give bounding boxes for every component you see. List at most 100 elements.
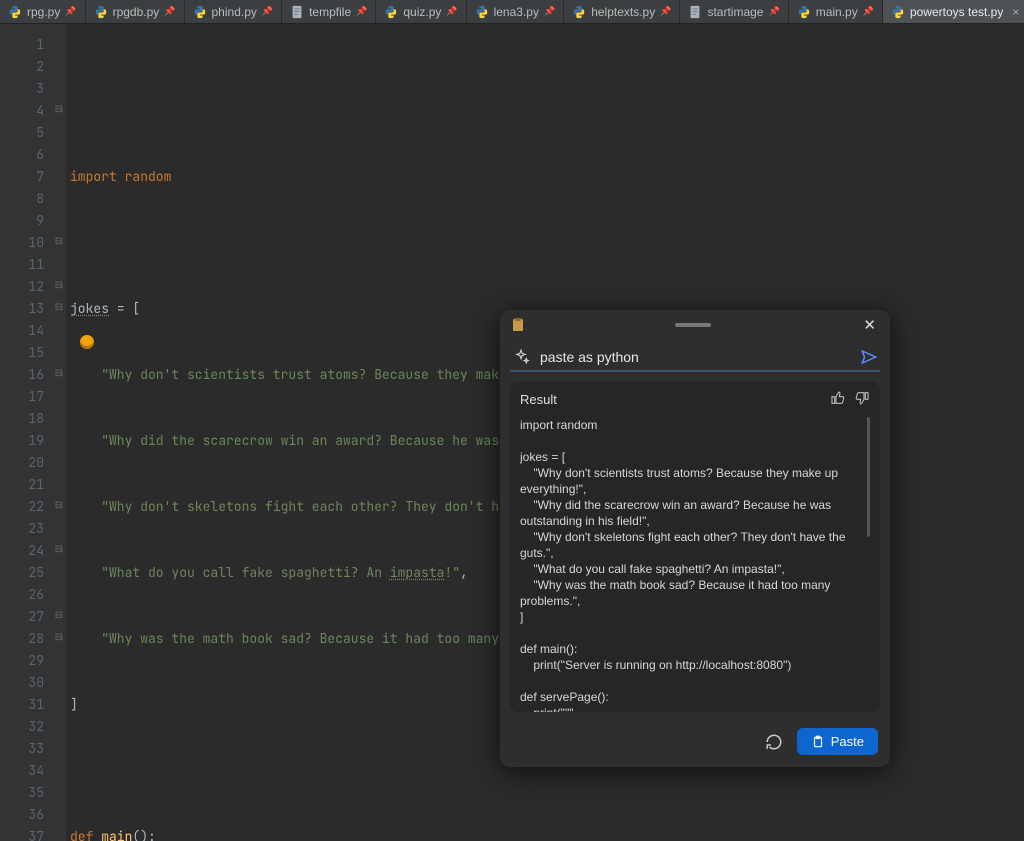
- fold-marker[interactable]: ⊟: [52, 540, 66, 562]
- fold-marker[interactable]: ⊟: [52, 298, 66, 320]
- tab-label: startimage: [707, 5, 763, 19]
- intention-bulb-icon[interactable]: [80, 335, 94, 349]
- fold-marker[interactable]: ⊟: [52, 628, 66, 650]
- fold-marker: [52, 342, 66, 364]
- line-number: 14: [10, 320, 44, 342]
- line-numbers: 1234567891011121314151617181920212223242…: [10, 24, 52, 841]
- fold-marker: [52, 672, 66, 694]
- paste-ai-popup: ✕ Result import random jokes = [ "Why do…: [500, 310, 890, 767]
- code-text: !": [444, 564, 460, 581]
- tab-label: phind.py: [212, 5, 257, 19]
- tab-label: rpg.py: [27, 5, 60, 19]
- ai-sparkle-icon: [512, 348, 530, 366]
- prompt-input[interactable]: [540, 349, 850, 365]
- python-file-icon: [193, 5, 207, 19]
- drag-handle-icon[interactable]: [675, 323, 711, 327]
- fold-marker: [52, 694, 66, 716]
- tab-label: quiz.py: [403, 5, 441, 19]
- thumbs-down-button[interactable]: [854, 390, 870, 409]
- tab-label: main.py: [816, 5, 858, 19]
- editor-tab[interactable]: lena3.py📌: [467, 0, 565, 23]
- line-number: 10: [10, 232, 44, 254]
- line-number: 25: [10, 562, 44, 584]
- fold-marker[interactable]: ⊟: [52, 496, 66, 518]
- fold-marker: [52, 188, 66, 210]
- line-number: 7: [10, 166, 44, 188]
- fold-marker: [52, 166, 66, 188]
- fold-marker: [52, 210, 66, 232]
- fold-marker[interactable]: ⊟: [52, 100, 66, 122]
- line-number: 32: [10, 716, 44, 738]
- code-text: impasta: [390, 564, 445, 581]
- line-number: 35: [10, 782, 44, 804]
- line-number: 13: [10, 298, 44, 320]
- editor-tab[interactable]: phind.py📌: [185, 0, 283, 23]
- fold-marker[interactable]: ⊟: [52, 276, 66, 298]
- fold-marker: [52, 782, 66, 804]
- pin-icon: 📌: [65, 6, 76, 17]
- python-file-icon: [94, 5, 108, 19]
- line-number: 8: [10, 188, 44, 210]
- editor-tab[interactable]: rpg.py 📌: [0, 0, 86, 23]
- python-file-icon: [475, 5, 489, 19]
- line-number: 15: [10, 342, 44, 364]
- fold-marker: [52, 78, 66, 100]
- editor-tab[interactable]: quiz.py 📌: [376, 0, 466, 23]
- line-number: 16: [10, 364, 44, 386]
- code-text: "What do you call fake spaghetti? An: [101, 564, 390, 581]
- close-button[interactable]: ✕: [859, 314, 880, 336]
- text-file-icon: [290, 5, 304, 19]
- code-text: ():: [132, 828, 155, 841]
- python-file-icon: [797, 5, 811, 19]
- pin-icon: 📌: [768, 6, 779, 17]
- line-number: 6: [10, 144, 44, 166]
- fold-marker: [52, 650, 66, 672]
- line-number: 9: [10, 210, 44, 232]
- line-number: 17: [10, 386, 44, 408]
- line-number: 31: [10, 694, 44, 716]
- code-text: main: [101, 828, 132, 841]
- tab-label: helptexts.py: [591, 5, 655, 19]
- editor-tab-bar: rpg.py📌rpgdb.py📌phind.py📌tempfile📌quiz.p…: [0, 0, 1024, 24]
- editor-tab[interactable]: main.py📌: [789, 0, 883, 23]
- fold-marker: [52, 804, 66, 826]
- pin-icon: 📌: [446, 6, 457, 17]
- result-content[interactable]: import random jokes = [ "Why don't scien…: [520, 417, 870, 712]
- python-file-icon: [8, 5, 22, 19]
- code-text: jokes: [70, 300, 109, 317]
- editor-tab[interactable]: tempfile 📌: [282, 0, 376, 23]
- fold-marker: [52, 738, 66, 760]
- fold-marker: [52, 320, 66, 342]
- editor-tab[interactable]: powertoys test.py×: [883, 0, 1024, 23]
- thumbs-up-button[interactable]: [830, 390, 846, 409]
- editor-tab[interactable]: helptexts.py📌: [564, 0, 680, 23]
- close-tab-button[interactable]: ×: [1008, 5, 1019, 19]
- editor-tab[interactable]: rpgdb.py📌: [86, 0, 185, 23]
- editor-tab[interactable]: startimage 📌: [680, 0, 788, 23]
- line-number: 19: [10, 430, 44, 452]
- line-number: 12: [10, 276, 44, 298]
- fold-marker[interactable]: ⊟: [52, 606, 66, 628]
- send-button[interactable]: [860, 348, 878, 366]
- paste-button-label: Paste: [831, 734, 864, 749]
- code-text: ]: [70, 696, 78, 713]
- fold-marker: [52, 144, 66, 166]
- fold-marker: [52, 408, 66, 430]
- fold-marker: [52, 760, 66, 782]
- tab-label: rpgdb.py: [113, 5, 160, 19]
- paste-button[interactable]: Paste: [797, 728, 878, 755]
- fold-marker[interactable]: ⊟: [52, 232, 66, 254]
- line-number: 29: [10, 650, 44, 672]
- popup-titlebar[interactable]: ✕: [500, 310, 890, 340]
- gutter: [0, 24, 10, 841]
- fold-marker: [52, 518, 66, 540]
- pin-icon: 📌: [356, 6, 367, 17]
- text-file-icon: [688, 5, 702, 19]
- regenerate-button[interactable]: [765, 733, 783, 751]
- fold-column: ⊟⊟⊟⊟⊟⊟⊟⊟⊟: [52, 24, 66, 841]
- fold-marker[interactable]: ⊟: [52, 364, 66, 386]
- paste-icon: [811, 735, 825, 749]
- result-panel: Result import random jokes = [ "Why don'…: [510, 382, 880, 712]
- tab-label: tempfile: [309, 5, 351, 19]
- fold-marker: [52, 474, 66, 496]
